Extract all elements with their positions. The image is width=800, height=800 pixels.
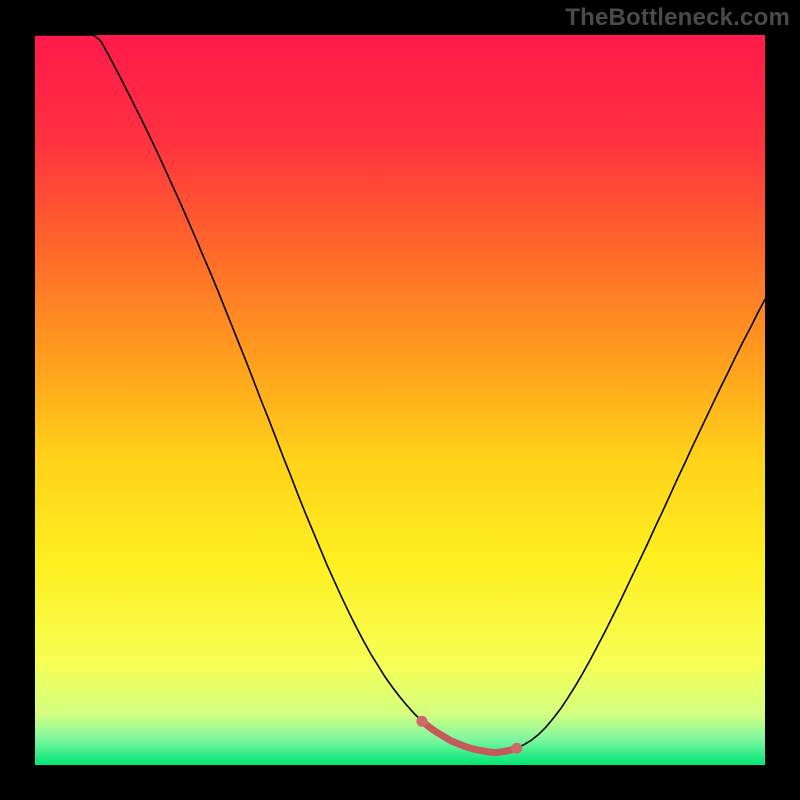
chart-frame: TheBottleneck.com [0,0,800,800]
optimal-range-start-marker [416,716,427,727]
gradient-background [35,35,765,765]
chart-svg [35,35,765,765]
optimal-range-end-marker [511,743,522,754]
chart-plot-area [35,35,765,765]
watermark-text: TheBottleneck.com [565,4,790,32]
